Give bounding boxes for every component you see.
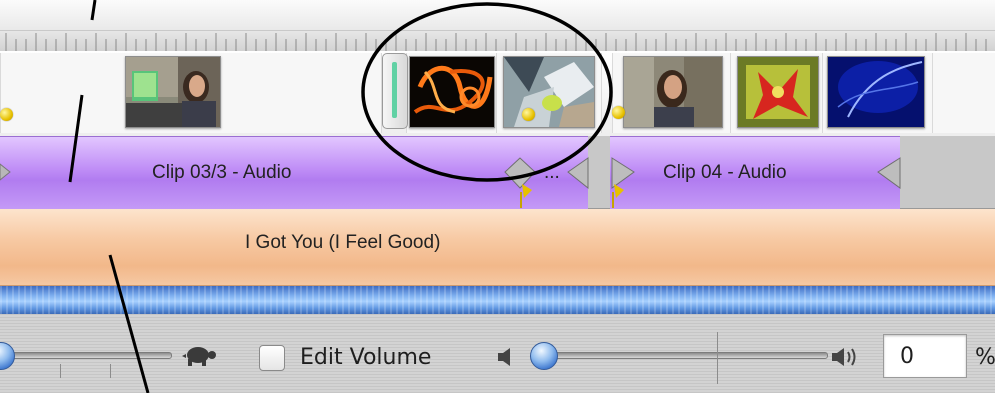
zoom-slider-knob[interactable] (0, 342, 15, 370)
video-clip-4[interactable] (612, 53, 732, 133)
flower-transition-image (504, 57, 594, 127)
clip-thumbnail (409, 56, 495, 128)
imovie-timeline-screenshot: Clip 03/3 - Audio ... Clip 04 - Audio I … (0, 0, 995, 393)
top-strip (0, 0, 995, 30)
video-clip-5[interactable] (730, 53, 824, 133)
music-clip-label: I Got You (I Feel Good) (245, 232, 441, 253)
music-track[interactable]: I Got You (I Feel Good) (0, 209, 995, 286)
timeline-ruler[interactable] (0, 30, 995, 52)
volume-slider-knob[interactable] (530, 342, 558, 370)
audio-clip-label: Clip 03/3 - Audio (152, 162, 292, 183)
speaker-high-icon (832, 348, 856, 366)
ruler-ticks (5, 33, 987, 51)
volume-percent-sign: % (975, 345, 995, 370)
edit-volume-label: Edit Volume (300, 345, 432, 370)
speaker-low-icon (498, 348, 510, 366)
zoom-slider-tick (110, 364, 111, 378)
volume-percent-value: 0 (900, 344, 914, 369)
transition-duration-bar (392, 62, 397, 118)
audio-clip-label: Clip 04 - Audio (663, 162, 787, 183)
zoom-slider-track[interactable] (0, 352, 172, 359)
video-clip-7[interactable] (932, 53, 995, 133)
clip-thumbnail (125, 56, 221, 128)
edit-volume-checkbox[interactable] (259, 345, 285, 371)
turtle-icon (182, 347, 216, 366)
blue-abstract-image (828, 57, 924, 127)
person-portrait-image (624, 57, 722, 127)
volume-slider-center-mark (717, 332, 718, 384)
timeline-scroll-bar[interactable] (0, 286, 995, 314)
video-clip-1[interactable] (0, 53, 382, 133)
zoom-slider-tick (60, 364, 61, 378)
red-abstract-image (738, 57, 818, 127)
video-clip-6[interactable] (822, 53, 934, 133)
bookmark-marker[interactable] (612, 106, 625, 119)
audio-clip[interactable]: ... (520, 136, 588, 210)
bookmark-marker[interactable] (522, 108, 535, 121)
volume-percent-field[interactable]: 0 (883, 334, 967, 378)
timeline-controls: Edit Volume 0 % (0, 314, 995, 393)
clip-thumbnail (827, 56, 925, 128)
audio-clip[interactable]: Clip 04 - Audio (610, 136, 900, 210)
clip-thumbnail (623, 56, 723, 128)
bookmark-marker[interactable] (0, 108, 13, 121)
clip-thumbnail (737, 56, 819, 128)
transition-trim-handle[interactable] (382, 53, 408, 129)
clip-thumbnail (503, 56, 595, 128)
volume-slider-track[interactable] (538, 352, 828, 359)
audio-clip[interactable]: Clip 03/3 - Audio (0, 136, 520, 210)
video-clip-2[interactable] (406, 53, 498, 133)
orange-swirl-image (410, 57, 494, 127)
audio-clip-label: ... (544, 162, 560, 183)
video-clip-3[interactable] (496, 53, 602, 133)
audio-track-1[interactable]: Clip 03/3 - Audio ... Clip 04 - Audio (0, 136, 995, 210)
video-track[interactable] (0, 51, 995, 137)
person-at-computer-image (126, 57, 220, 127)
